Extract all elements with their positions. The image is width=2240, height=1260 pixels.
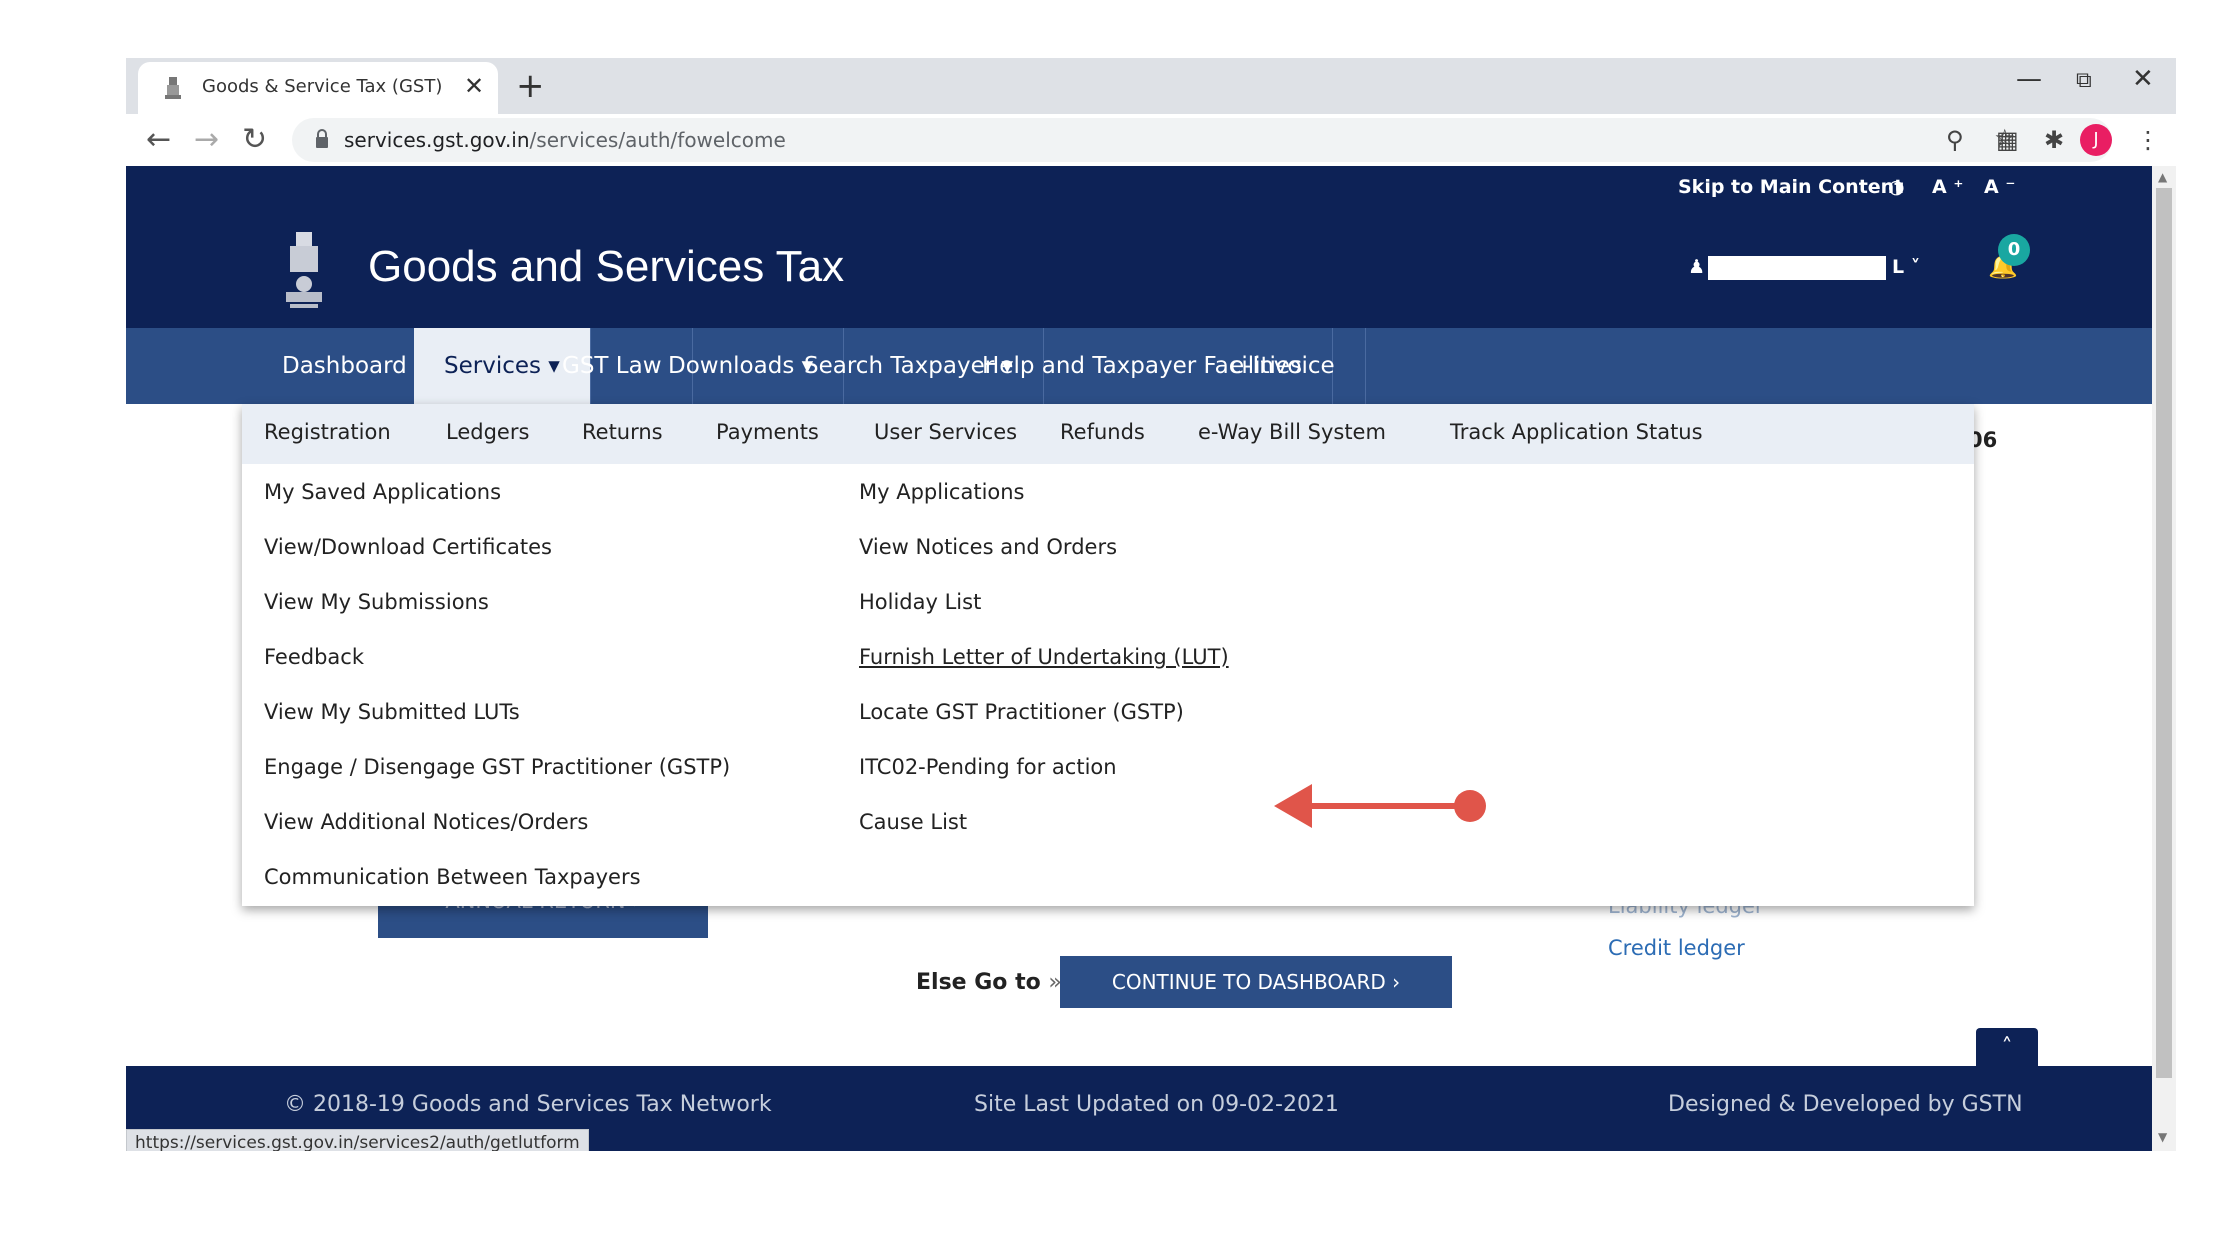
- url-text: services.gst.gov.in/services/auth/fowelc…: [344, 128, 786, 152]
- contrast-icon[interactable]: ◑: [1888, 176, 1905, 198]
- services-dropdown: Registration Ledgers Returns Payments Us…: [242, 404, 1974, 906]
- scroll-down-arrow-icon[interactable]: ▼: [2158, 1130, 2167, 1144]
- forward-icon[interactable]: →: [194, 122, 219, 157]
- menu-communication-between-taxpayers[interactable]: Communication Between Taxpayers: [264, 865, 641, 889]
- chevron-down-icon: ˅: [1910, 256, 1921, 278]
- redacted-username: [1708, 256, 1886, 280]
- browser-toolbar: ← → ↻ services.gst.gov.in/services/auth/…: [126, 114, 2176, 172]
- browser-tab[interactable]: Goods & Service Tax (GST) | User ✕: [138, 62, 498, 114]
- notification-count-badge: 0: [1998, 234, 2030, 266]
- browser-window: Goods & Service Tax (GST) | User ✕ + — ⧉…: [126, 58, 2176, 1151]
- submenu-user-services[interactable]: User Services: [874, 420, 1017, 444]
- services-submenu: Registration Ledgers Returns Payments Us…: [242, 404, 1974, 464]
- footer-copyright: © 2018-19 Goods and Services Tax Network: [284, 1092, 772, 1117]
- scroll-to-top-button[interactable]: ˄: [1976, 1028, 2038, 1068]
- more-menu-icon[interactable]: ⋮: [2136, 126, 2160, 154]
- url-domain: services.gst.gov.in: [344, 128, 530, 152]
- submenu-e-way-bill-system[interactable]: e-Way Bill System: [1198, 420, 1386, 444]
- address-bar[interactable]: services.gst.gov.in/services/auth/fowelc…: [292, 118, 2112, 162]
- close-window-icon[interactable]: ✕: [2132, 64, 2154, 94]
- menu-furnish-lut[interactable]: Furnish Letter of Undertaking (LUT): [859, 645, 1229, 669]
- site-header: Goods and Services Tax ♟ SH L ˅ 🔔 0: [126, 212, 2152, 328]
- else-go-to-label: Else Go to »: [916, 970, 1062, 995]
- accessibility-bar: Skip to Main Content ◑ A ⁺ A ⁻: [126, 166, 2152, 212]
- menu-my-saved-applications[interactable]: My Saved Applications: [264, 480, 501, 504]
- submenu-refunds[interactable]: Refunds: [1060, 420, 1145, 444]
- else-go-to-text: Else Go to: [916, 970, 1041, 995]
- menu-view-additional-notices[interactable]: View Additional Notices/Orders: [264, 810, 588, 834]
- credit-ledger-link[interactable]: Credit ledger: [1608, 936, 1745, 960]
- submenu-track-application-status[interactable]: Track Application Status: [1450, 420, 1703, 444]
- close-tab-icon[interactable]: ✕: [464, 72, 484, 100]
- key-icon[interactable]: ⚲: [1946, 126, 1964, 154]
- lock-icon: [316, 129, 328, 148]
- tab-title: Goods & Service Tax (GST) | User: [202, 76, 450, 97]
- menu-cause-list[interactable]: Cause List: [859, 810, 967, 834]
- skip-to-main-link[interactable]: Skip to Main Content: [1678, 176, 1903, 198]
- menu-engage-disengage-gstp[interactable]: Engage / Disengage GST Practitioner (GST…: [264, 755, 730, 779]
- profile-avatar[interactable]: J: [2080, 124, 2112, 156]
- new-tab-button[interactable]: +: [516, 66, 545, 106]
- submenu-returns[interactable]: Returns: [582, 420, 663, 444]
- submenu-payments[interactable]: Payments: [716, 420, 819, 444]
- user-name-suffix[interactable]: L ˅: [1892, 256, 1920, 278]
- site-title: Goods and Services Tax: [368, 242, 845, 291]
- menu-view-my-submitted-luts[interactable]: View My Submitted LUTs: [264, 700, 520, 724]
- footer-last-updated: Site Last Updated on 09-02-2021: [974, 1092, 1339, 1117]
- font-increase-button[interactable]: A ⁺: [1932, 176, 1963, 198]
- menu-holiday-list[interactable]: Holiday List: [859, 590, 981, 614]
- user-suffix-text: L: [1892, 256, 1905, 278]
- menu-itc02-pending[interactable]: ITC02-Pending for action: [859, 755, 1117, 779]
- submenu-registration[interactable]: Registration: [264, 420, 391, 444]
- main-nav: Dashboard Services ▾ GST Law Downloads ▾…: [126, 328, 2152, 404]
- tab-strip: Goods & Service Tax (GST) | User ✕ + — ⧉…: [126, 58, 2176, 114]
- scrollbar-thumb[interactable]: [2156, 188, 2172, 1078]
- minimize-icon[interactable]: —: [2016, 64, 2042, 94]
- annotation-arrow-icon: [1274, 784, 1486, 828]
- extensions-puzzle-icon[interactable]: ✱: [2044, 126, 2064, 154]
- scroll-up-arrow-icon[interactable]: ▲: [2158, 170, 2167, 184]
- submenu-ledgers[interactable]: Ledgers: [446, 420, 529, 444]
- nav-dashboard[interactable]: Dashboard: [252, 328, 438, 404]
- url-path: /services/auth/fowelcome: [529, 128, 786, 152]
- gst-emblem-favicon-icon: [165, 77, 181, 99]
- national-emblem-logo: [286, 232, 322, 308]
- extension-image-icon[interactable]: ▦: [1996, 126, 2019, 154]
- back-icon[interactable]: ←: [146, 122, 171, 157]
- continue-to-dashboard-button[interactable]: CONTINUE TO DASHBOARD ›: [1060, 956, 1452, 1008]
- reload-icon[interactable]: ↻: [242, 122, 267, 157]
- gst-page: Skip to Main Content ◑ A ⁺ A ⁻ Goods and…: [126, 166, 2152, 1151]
- menu-view-my-submissions[interactable]: View My Submissions: [264, 590, 489, 614]
- menu-feedback[interactable]: Feedback: [264, 645, 364, 669]
- menu-view-download-certificates[interactable]: View/Download Certificates: [264, 535, 552, 559]
- menu-locate-gstp[interactable]: Locate GST Practitioner (GSTP): [859, 700, 1184, 724]
- font-decrease-button[interactable]: A ⁻: [1984, 176, 2015, 198]
- nav-e-invoice[interactable]: e-Invoice: [1200, 328, 1366, 404]
- menu-my-applications[interactable]: My Applications: [859, 480, 1025, 504]
- user-icon: ♟: [1688, 256, 1706, 278]
- chevron-up-icon: ˄: [2001, 1035, 2013, 1060]
- footer-developer: Designed & Developed by GSTN: [1668, 1092, 2023, 1117]
- link-status-bar: https://services.gst.gov.in/services2/au…: [126, 1129, 589, 1151]
- page-scrollbar[interactable]: ▲ ▼: [2152, 166, 2176, 1151]
- restore-icon[interactable]: ⧉: [2076, 68, 2092, 93]
- menu-view-notices-and-orders[interactable]: View Notices and Orders: [859, 535, 1117, 559]
